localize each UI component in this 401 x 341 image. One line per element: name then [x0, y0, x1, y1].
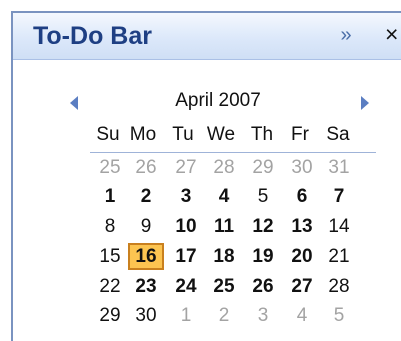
weekday-su: Su: [96, 124, 120, 145]
calendar-day[interactable]: 11: [206, 213, 242, 240]
calendar-day[interactable]: 6: [284, 183, 320, 210]
calendar-day[interactable]: 3: [168, 183, 204, 210]
calendar-day[interactable]: 26: [128, 154, 164, 181]
calendar-day[interactable]: 28: [206, 154, 242, 181]
calendar-day[interactable]: 30: [284, 154, 320, 181]
calendar-day[interactable]: 9: [128, 213, 164, 240]
weekday-mo: Mo: [129, 124, 157, 145]
calendar-day[interactable]: 5: [245, 183, 281, 210]
calendar-day[interactable]: 12: [245, 213, 281, 240]
close-icon[interactable]: ×: [385, 22, 401, 46]
calendar-day[interactable]: 31: [321, 154, 357, 181]
weekday-header: Su Mo Tu We Th Fr Sa: [90, 124, 376, 153]
todo-bar-title: To-Do Bar: [33, 22, 152, 50]
chevron-left-icon[interactable]: [70, 96, 78, 110]
calendar-day[interactable]: 2: [128, 183, 164, 210]
calendar-day[interactable]: 4: [206, 183, 242, 210]
calendar-day[interactable]: 24: [168, 273, 204, 300]
calendar-day[interactable]: 25: [92, 154, 128, 181]
calendar-day[interactable]: 7: [321, 183, 357, 210]
calendar-day[interactable]: 10: [168, 213, 204, 240]
calendar-day[interactable]: 23: [128, 273, 164, 300]
calendar-day[interactable]: 14: [321, 213, 357, 240]
calendar-day[interactable]: 1: [168, 302, 204, 329]
calendar-day[interactable]: 27: [284, 273, 320, 300]
weekday-th: Th: [250, 124, 274, 145]
month-label: April 2007: [175, 90, 261, 111]
calendar-day[interactable]: 29: [245, 154, 281, 181]
calendar-day[interactable]: 13: [284, 213, 320, 240]
chevron-right-icon[interactable]: [361, 96, 369, 110]
calendar-day[interactable]: 25: [206, 273, 242, 300]
calendar-day[interactable]: 18: [206, 243, 242, 270]
calendar-day[interactable]: 5: [321, 302, 357, 329]
calendar-day[interactable]: 22: [92, 273, 128, 300]
calendar-day[interactable]: 26: [245, 273, 281, 300]
calendar-day[interactable]: 21: [321, 243, 357, 270]
calendar-day[interactable]: 27: [168, 154, 204, 181]
calendar-day[interactable]: 30: [128, 302, 164, 329]
weekday-fr: Fr: [291, 124, 309, 145]
weekday-tu: Tu: [172, 124, 194, 145]
today-cell[interactable]: 16: [128, 243, 164, 270]
calendar-day[interactable]: 19: [245, 243, 281, 270]
calendar-day[interactable]: 8: [92, 213, 128, 240]
calendar-day[interactable]: 28: [321, 273, 357, 300]
calendar-day[interactable]: 3: [245, 302, 281, 329]
calendar-day[interactable]: 15: [92, 243, 128, 270]
calendar-day[interactable]: 29: [92, 302, 128, 329]
todo-bar-panel: To-Do Bar » × April 2007 Su Mo Tu We Th …: [11, 11, 401, 341]
calendar-day[interactable]: 17: [168, 243, 204, 270]
weekday-sa: Sa: [326, 124, 350, 145]
calendar-day[interactable]: 20: [284, 243, 320, 270]
todo-bar-header: To-Do Bar » ×: [13, 13, 401, 60]
calendar-day[interactable]: 2: [206, 302, 242, 329]
expand-chevron-icon[interactable]: »: [334, 23, 358, 47]
calendar-day[interactable]: 1: [92, 183, 128, 210]
weekday-we: We: [206, 124, 236, 145]
calendar-day[interactable]: 4: [284, 302, 320, 329]
